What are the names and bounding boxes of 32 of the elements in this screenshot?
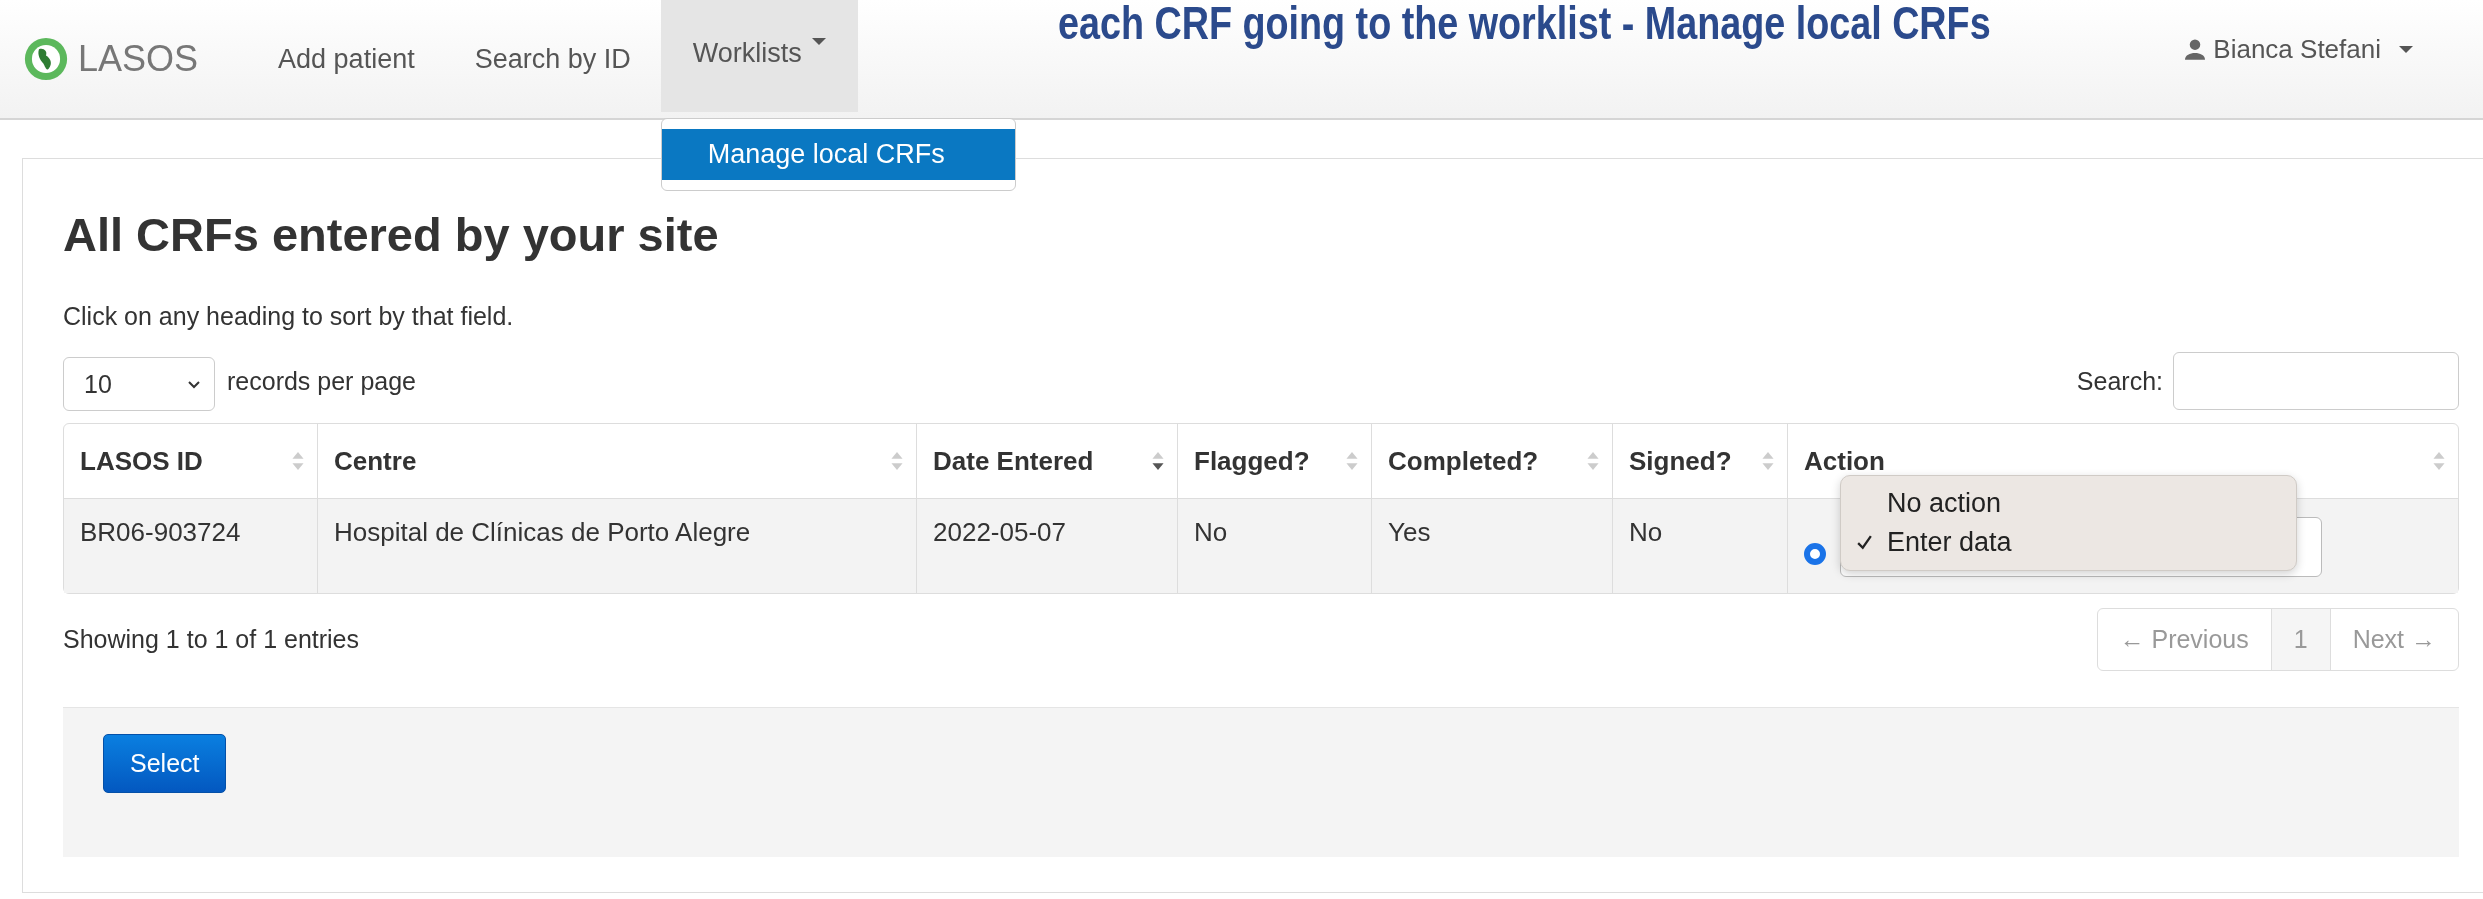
nav-link[interactable]: Add patient [248,0,445,118]
nav-link[interactable]: Search by ID [444,0,661,118]
table-cell: Yes [1371,498,1613,593]
user-icon [2185,38,2206,60]
column-header[interactable]: Signed? [1612,424,1788,499]
search-field[interactable] [2173,352,2459,410]
entries-info: Showing 1 to 1 of 1 entries [63,624,360,654]
table-cell: No [1612,498,1788,593]
column-header[interactable]: LASOS ID [64,424,318,499]
chevron-down-icon [186,378,202,390]
page-title: All CRFs entered by your site [63,207,720,262]
column-header[interactable]: Flagged? [1177,424,1372,499]
table-cell: BR06-903724 [64,498,318,593]
hint-text: Click on any heading to sort by that field. [63,302,515,331]
column-header[interactable]: Date Entered [916,424,1178,499]
table-cell: No [1177,498,1372,593]
table-cell: 2022-05-07 [916,498,1178,593]
select-button[interactable]: Select [103,733,227,793]
annotation-text: each CRF going to the worklist - Manage local CRFs [1058,0,1991,50]
column-header[interactable]: Centre [317,424,917,499]
dropdown-option[interactable]: Enter data [1841,523,2296,562]
user-menu[interactable]: Bianca Stefani [2185,33,2413,65]
page-size-label: records per page [227,366,416,396]
table-cell: Hospital de Clínicas de Porto Alegre [317,498,917,593]
menu-item[interactable]: Manage local CRFs [661,129,1015,180]
column-header[interactable]: Completed? [1371,424,1613,499]
caret-icon [2399,45,2413,53]
search-label: Search: [2076,366,2163,396]
globe-logo-icon [24,37,68,81]
page-size-select[interactable]: 10 [63,357,215,411]
brand-name[interactable]: LASOS [78,38,199,80]
radio-button[interactable] [1804,543,1826,565]
